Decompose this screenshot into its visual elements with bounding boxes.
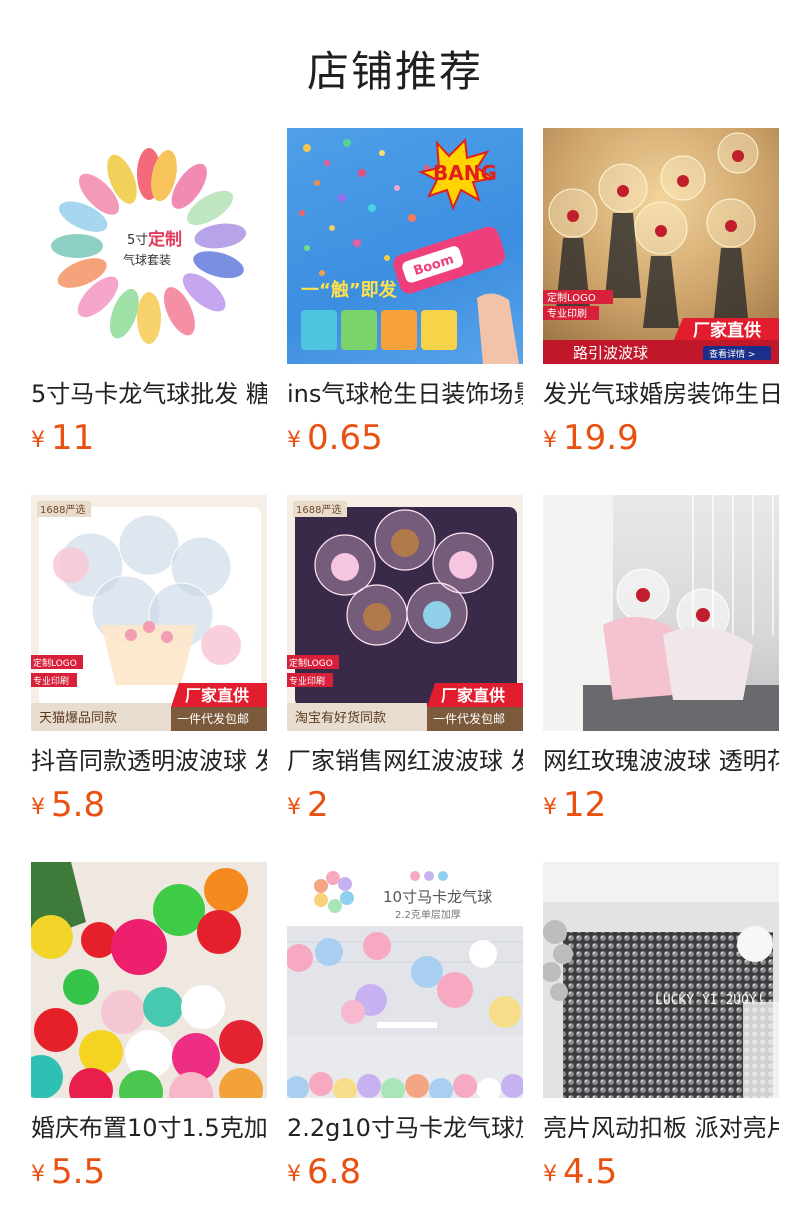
image-text-highlight: 定制 bbox=[148, 229, 182, 250]
image-subtitle: 2.2克单层加厚 bbox=[395, 909, 461, 921]
price-value: 5.8 bbox=[51, 785, 106, 825]
currency-symbol: ¥ bbox=[287, 1162, 301, 1187]
currency-symbol: ¥ bbox=[31, 795, 45, 820]
product-name[interactable]: 抖音同款透明波波球 发光 bbox=[31, 745, 267, 777]
product-card[interactable]: 5寸 定制 气球套装 5寸马卡龙气球批发 糖果色 ¥11 bbox=[31, 128, 267, 458]
right-caption: 一件代发包邮 bbox=[177, 711, 249, 726]
image-text-top: 5寸 bbox=[127, 233, 148, 248]
banner-text: 厂家直供 bbox=[185, 686, 249, 705]
product-card[interactable]: 1688严选 定制LOGO 专业印刷 厂家直供 天猫爆品同款 一件代发包邮 抖音… bbox=[31, 495, 267, 825]
price-value: 0.65 bbox=[307, 418, 383, 458]
price-value: 4.5 bbox=[563, 1152, 618, 1192]
shop-header: 店铺推荐 bbox=[0, 0, 790, 128]
price-value: 12 bbox=[563, 785, 607, 825]
rose-bouquet-photo bbox=[543, 495, 779, 731]
product-price: ¥0.65 bbox=[287, 418, 523, 458]
product-name[interactable]: 2.2g10寸马卡龙气球加厚 bbox=[287, 1112, 523, 1144]
badge-text: 1688严选 bbox=[296, 503, 341, 516]
product-image[interactable]: LUCKY YI 2UOY! bbox=[543, 862, 779, 1098]
product-price: ¥5.8 bbox=[31, 785, 267, 825]
currency-symbol: ¥ bbox=[543, 428, 557, 453]
image-text-bottom: 气球套装 bbox=[123, 252, 171, 267]
right-caption: 一件代发包邮 bbox=[433, 711, 505, 726]
product-name[interactable]: 发光气球婚房装饰生日布置 bbox=[543, 378, 779, 410]
product-card[interactable]: 1688严选 定制LOGO 专业印刷 厂家直供 淘宝有好货同款 一件代发包邮 厂… bbox=[287, 495, 523, 825]
currency-symbol: ¥ bbox=[287, 428, 301, 453]
product-row: 5寸 定制 气球套装 5寸马卡龙气球批发 糖果色 ¥11 bbox=[31, 128, 780, 495]
product-card[interactable]: BANG Boom 一“触”即发 ins气球枪生日装饰场景布置 ¥0.65 bbox=[287, 128, 523, 458]
product-name[interactable]: 网红玫瑰波波球 透明花束 bbox=[543, 745, 779, 777]
currency-symbol: ¥ bbox=[543, 795, 557, 820]
product-card[interactable]: 婚庆布置10寸1.5克加厚气球 ¥5.5 bbox=[31, 862, 267, 1192]
product-row: 婚庆布置10寸1.5克加厚气球 ¥5.5 10寸马卡龙气球 2.2克单层加厚 bbox=[31, 862, 780, 1229]
product-name[interactable]: 亮片风动扣板 派对亮片墙 bbox=[543, 1112, 779, 1144]
product-price: ¥6.8 bbox=[287, 1152, 523, 1192]
badge-text: 1688严选 bbox=[40, 503, 85, 516]
product-image[interactable]: BANG Boom 一“触”即发 bbox=[287, 128, 523, 364]
product-name[interactable]: ins气球枪生日装饰场景布置 bbox=[287, 378, 523, 410]
price-value: 5.5 bbox=[51, 1152, 106, 1192]
colorful-balloons-photo bbox=[31, 862, 267, 1098]
currency-symbol: ¥ bbox=[31, 428, 45, 453]
product-card[interactable]: 网红玫瑰波波球 透明花束 ¥12 bbox=[543, 495, 779, 825]
product-image[interactable] bbox=[543, 495, 779, 731]
banner-text: 厂家直供 bbox=[693, 320, 761, 341]
currency-symbol: ¥ bbox=[287, 795, 301, 820]
banner-text: 厂家直供 bbox=[441, 686, 505, 705]
product-grid: 5寸 定制 气球套装 5寸马卡龙气球批发 糖果色 ¥11 bbox=[31, 128, 780, 1229]
sub-text: 路引波波球 bbox=[573, 344, 648, 362]
cartoon-bobo-balloon-illustration: 1688严选 定制LOGO 专业印刷 厂家直供 淘宝有好货同款 一件代发包邮 bbox=[287, 495, 523, 731]
bang-text: BANG bbox=[433, 161, 497, 185]
product-card[interactable]: 定制LOGO 专业印刷 厂家直供 路引波波球 查看详情 > 发光气球婚房装饰生日… bbox=[543, 128, 779, 458]
product-price: ¥5.5 bbox=[31, 1152, 267, 1192]
details-link: 查看详情 > bbox=[709, 348, 755, 360]
macaron-balloon-illustration: 5寸 定制 气球套装 bbox=[51, 148, 247, 344]
image-title: 10寸马卡龙气球 bbox=[383, 888, 492, 906]
product-price: ¥4.5 bbox=[543, 1152, 779, 1192]
product-row: 1688严选 定制LOGO 专业印刷 厂家直供 天猫爆品同款 一件代发包邮 抖音… bbox=[31, 495, 780, 862]
product-image[interactable]: 5寸 定制 气球套装 bbox=[31, 128, 267, 364]
product-image[interactable]: 10寸马卡龙气球 2.2克单层加厚 bbox=[287, 862, 523, 1098]
print-tag: 专业印刷 bbox=[33, 675, 69, 687]
logo-tag: 定制LOGO bbox=[547, 291, 596, 304]
product-price: ¥11 bbox=[31, 418, 267, 458]
balloon-gun-illustration: BANG Boom 一“触”即发 bbox=[299, 137, 519, 364]
page-title: 店铺推荐 bbox=[306, 47, 483, 96]
product-card[interactable]: LUCKY YI 2UOY! 亮片风动扣板 派对亮片墙 ¥4.5 bbox=[543, 862, 779, 1192]
product-name[interactable]: 婚庆布置10寸1.5克加厚气球 bbox=[31, 1112, 267, 1144]
bobo-bouquet-illustration: 1688严选 定制LOGO 专业印刷 厂家直供 天猫爆品同款 一件代发包邮 bbox=[31, 495, 267, 731]
product-price: ¥12 bbox=[543, 785, 779, 825]
price-value: 6.8 bbox=[307, 1152, 362, 1192]
slogan-text: 一“触”即发 bbox=[301, 279, 398, 301]
price-value: 11 bbox=[51, 418, 95, 458]
left-caption: 天猫爆品同款 bbox=[39, 711, 117, 726]
product-image[interactable]: 1688严选 定制LOGO 专业印刷 厂家直供 天猫爆品同款 一件代发包邮 bbox=[31, 495, 267, 731]
macaron-balloon-room-photo: 10寸马卡龙气球 2.2克单层加厚 bbox=[287, 862, 523, 1098]
product-name[interactable]: 5寸马卡龙气球批发 糖果色 bbox=[31, 378, 267, 410]
price-value: 19.9 bbox=[563, 418, 639, 458]
product-image[interactable] bbox=[31, 862, 267, 1098]
print-tag: 专业印刷 bbox=[289, 675, 325, 687]
sequin-wall-photo: LUCKY YI 2UOY! bbox=[543, 862, 779, 1098]
product-name[interactable]: 厂家销售网红波波球 发光 bbox=[287, 745, 523, 777]
left-caption: 淘宝有好货同款 bbox=[295, 710, 386, 726]
product-image[interactable]: 定制LOGO 专业印刷 厂家直供 路引波波球 查看详情 > bbox=[543, 128, 779, 364]
print-tag: 专业印刷 bbox=[547, 307, 587, 320]
product-image[interactable]: 1688严选 定制LOGO 专业印刷 厂家直供 淘宝有好货同款 一件代发包邮 bbox=[287, 495, 523, 731]
product-card[interactable]: 10寸马卡龙气球 2.2克单层加厚 2.2g10寸马卡龙气球 ¥ 6.8 bbox=[287, 862, 523, 1192]
glowing-balloon-illustration: 定制LOGO 专业印刷 厂家直供 路引波波球 查看详情 > bbox=[543, 132, 779, 364]
currency-symbol: ¥ bbox=[543, 1162, 557, 1187]
logo-tag: 定制LOGO bbox=[289, 657, 333, 669]
currency-symbol: ¥ bbox=[31, 1162, 45, 1187]
price-value: 2 bbox=[307, 785, 329, 825]
product-price: ¥2 bbox=[287, 785, 523, 825]
product-price: ¥19.9 bbox=[543, 418, 779, 458]
logo-tag: 定制LOGO bbox=[33, 657, 77, 669]
